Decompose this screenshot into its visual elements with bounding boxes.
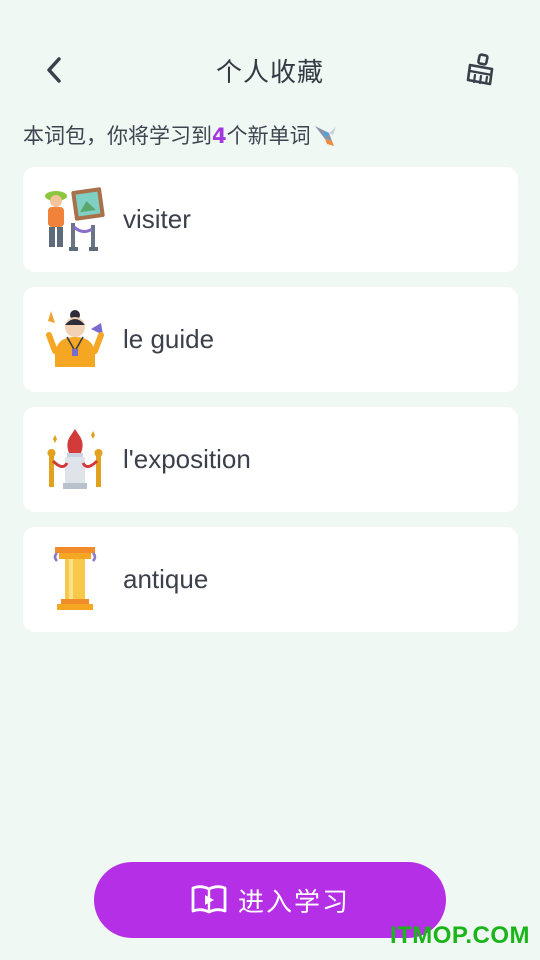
page-title: 个人收藏 (215, 58, 324, 88)
intro-prefix: 本词包，你将学习到 (23, 124, 212, 148)
word-card-antique[interactable]: antique (23, 527, 518, 632)
broom-icon (466, 53, 494, 86)
watermark: ITMOP.COM (389, 922, 530, 949)
word-list: visiter le guide l'exposition antique (23, 167, 518, 647)
start-learning-label: 进入学习 (237, 887, 350, 918)
rocket-icon (312, 123, 338, 152)
header-bar: 个人收藏 (0, 40, 540, 100)
visitor-illustration (45, 187, 105, 251)
column-illustration (53, 547, 97, 610)
word-label: antique (123, 564, 209, 594)
word-card-exposition[interactable]: l'exposition (23, 407, 518, 512)
word-label: le guide (123, 324, 215, 354)
exhibition-illustration (47, 429, 103, 489)
intro-suffix: 个新单词 (226, 124, 311, 148)
intro-text: 本词包，你将学习到4个新单词 (23, 120, 338, 152)
word-label: visiter (123, 204, 191, 234)
word-label: l'exposition (123, 444, 251, 474)
word-card-visiter[interactable]: visiter (23, 167, 518, 272)
word-card-le-guide[interactable]: le guide (23, 287, 518, 392)
book-play-icon (191, 885, 227, 914)
guide-illustration (46, 310, 104, 367)
clear-button[interactable] (460, 50, 502, 90)
new-word-count: 4 (212, 124, 227, 148)
